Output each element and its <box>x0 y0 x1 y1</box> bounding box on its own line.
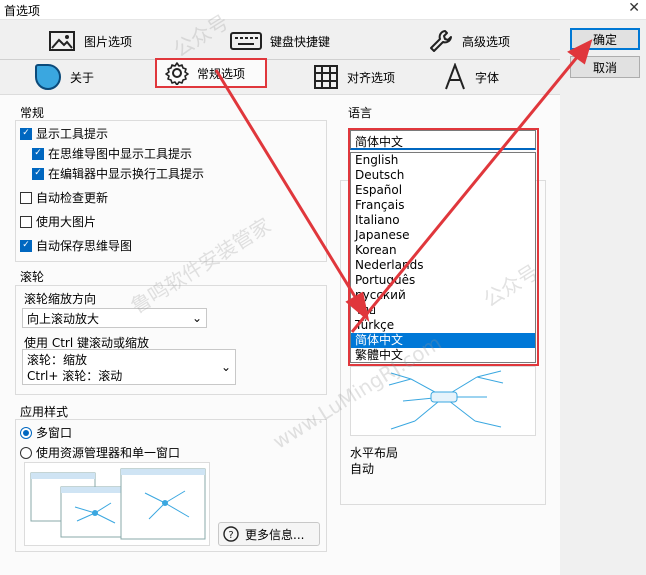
checkbox-check-icon: ✓ <box>20 239 32 252</box>
language-option[interactable]: Deutsch <box>351 168 535 183</box>
dialog-buttons: 确定 取消 <box>570 28 640 84</box>
language-option[interactable]: English <box>351 153 535 168</box>
window-style-preview <box>24 462 210 546</box>
tab-label: 对齐选项 <box>347 70 396 85</box>
wrench-icon <box>430 30 452 52</box>
gear-icon <box>165 62 189 85</box>
language-option[interactable]: Français <box>351 198 535 213</box>
show-tooltips-mindmap-checkbox[interactable]: ✓ 在思维导图中显示工具提示 <box>32 145 192 162</box>
tab-label: 高级选项 <box>462 34 511 49</box>
tab-label: 关于 <box>70 70 95 85</box>
tab-label: 图片选项 <box>84 34 133 49</box>
show-tooltips-checkbox[interactable]: ✓ 显示工具提示 <box>20 125 108 142</box>
horizontal-layout-preview-image <box>388 370 504 430</box>
language-option[interactable]: Español <box>351 183 535 198</box>
title-bar: 首选项 ✕ <box>0 0 646 20</box>
language-dropdown-list[interactable]: English Deutsch Español Français Italiano Jap… <box>350 152 536 363</box>
chevron-down-icon: ⌄ <box>220 360 231 374</box>
single-window-radio[interactable]: 使用资源管理器和单一窗口 <box>20 444 180 461</box>
tab-row-divider <box>0 59 560 60</box>
general-group-label: 常规 <box>20 106 45 120</box>
checkbox-check-icon: ✓ <box>20 127 32 140</box>
language-option[interactable]: 简体中文 <box>351 333 535 348</box>
tab-alignment-options[interactable]: 对齐选项 <box>305 62 425 92</box>
image-icon <box>49 31 75 51</box>
multi-window-radio[interactable]: 多窗口 <box>20 424 72 441</box>
tab-advanced-options[interactable]: 高级选项 <box>420 24 540 58</box>
tab-label: 常规选项 <box>197 66 246 81</box>
tab-image-options[interactable]: 图片选项 <box>40 24 190 58</box>
layout-preview <box>350 366 536 436</box>
tab-font[interactable]: 字体 <box>435 62 555 92</box>
layout-name: 水平布局 <box>350 446 399 460</box>
language-option[interactable]: Japanese <box>351 228 535 243</box>
language-option[interactable]: Türkçe <box>351 318 535 333</box>
app-style-group-label: 应用样式 <box>20 405 69 419</box>
help-icon: ? <box>223 526 239 542</box>
chevron-down-icon: ⌄ <box>191 311 202 325</box>
tab-label: 字体 <box>475 70 500 85</box>
cancel-button[interactable]: 取消 <box>570 56 640 78</box>
layout-value: 自动 <box>350 462 375 476</box>
language-option[interactable]: Nederlands <box>351 258 535 273</box>
close-icon[interactable]: ✕ <box>628 0 640 16</box>
wheel-direction-label: 滚轮缩放方向 <box>24 292 97 306</box>
tab-label: 键盘快捷键 <box>270 34 331 49</box>
checkbox-check-icon: ✓ <box>32 167 44 180</box>
tab-general-options[interactable]: 常规选项 <box>155 58 267 88</box>
language-option[interactable]: Italiano <box>351 213 535 228</box>
ok-button[interactable]: 确定 <box>570 28 640 50</box>
svg-text:?: ? <box>228 530 233 541</box>
tab-keyboard-shortcuts[interactable]: 键盘快捷键 <box>222 24 382 58</box>
more-info-button[interactable]: ? 更多信息... <box>218 522 320 546</box>
ctrl-wheel-option: Ctrl+ 滚轮：滚动 <box>27 369 123 383</box>
autosave-checkbox[interactable]: ✓ 自动保存思维导图 <box>20 237 132 254</box>
font-a-icon <box>445 63 465 90</box>
mindmap-preview-image <box>30 468 206 540</box>
large-images-checkbox[interactable]: 使用大图片 <box>20 213 96 230</box>
language-option[interactable]: Português <box>351 273 535 288</box>
language-option[interactable]: ไทย <box>351 303 535 318</box>
tab-about[interactable]: 关于 <box>26 62 126 92</box>
language-option[interactable]: Korean <box>351 243 535 258</box>
window-title: 首选项 <box>4 4 41 18</box>
language-option[interactable]: 繁體中文 <box>351 348 535 363</box>
wheel-direction-select[interactable]: 向上滚动放大 ⌄ <box>22 308 207 328</box>
show-tooltips-editor-checkbox[interactable]: ✓ 在编辑器中显示换行工具提示 <box>32 165 204 182</box>
ctrl-wheel-option: 滚轮：缩放 <box>27 353 88 367</box>
app-logo-icon <box>35 64 61 90</box>
language-select[interactable]: 简体中文 <box>350 130 536 150</box>
ctrl-wheel-select[interactable]: 滚轮：缩放 Ctrl+ 滚轮：滚动 ⌄ <box>22 349 236 385</box>
wheel-group-label: 滚轮 <box>20 270 45 284</box>
language-option[interactable]: русский <box>351 288 535 303</box>
language-group-label: 语言 <box>348 106 373 120</box>
auto-update-checkbox[interactable]: 自动检查更新 <box>20 189 108 206</box>
keyboard-icon <box>230 32 262 50</box>
checkbox-check-icon: ✓ <box>32 147 44 160</box>
grid-icon <box>314 65 338 89</box>
tab-strip: 图片选项 键盘快捷键 高级选项 关于 常规选项 对齐选项 字体 <box>0 22 560 94</box>
